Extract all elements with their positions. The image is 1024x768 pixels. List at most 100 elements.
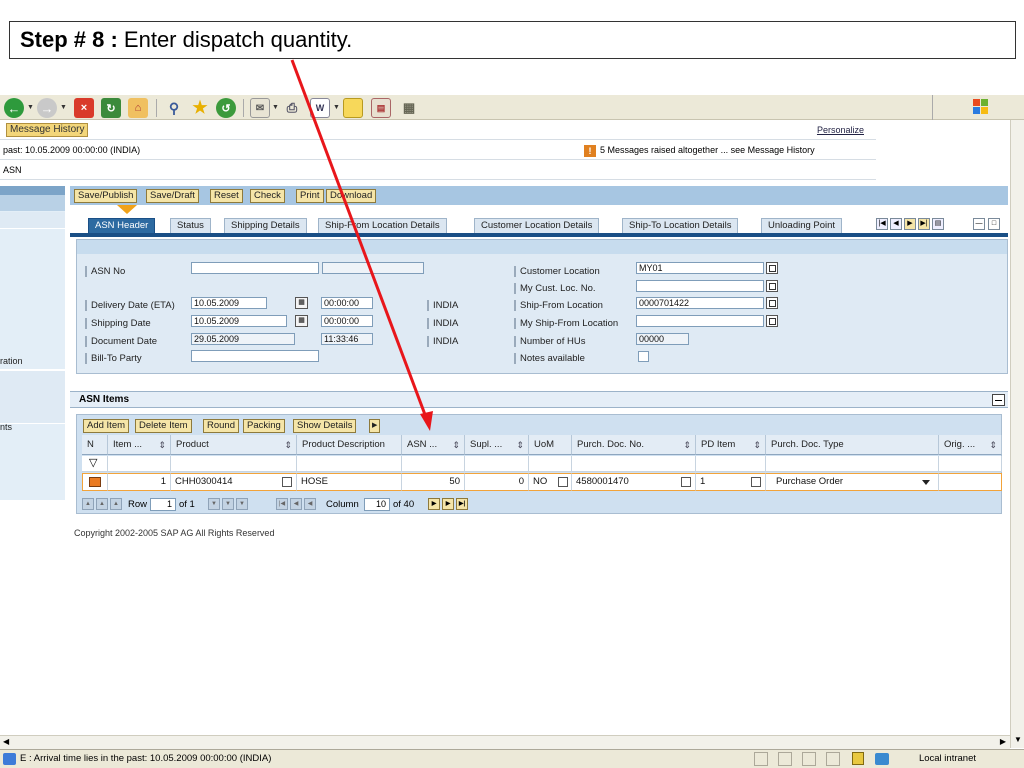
chevron-down-icon[interactable] bbox=[922, 480, 930, 485]
filter-cell[interactable] bbox=[171, 456, 297, 472]
my-cust-loc-field[interactable] bbox=[636, 280, 764, 292]
filter-cell[interactable] bbox=[465, 456, 529, 472]
filter-cell[interactable] bbox=[766, 456, 939, 472]
left-nav-item-selected[interactable] bbox=[0, 195, 65, 211]
messages-raised[interactable]: ! 5 Messages raised altogether ... see Me… bbox=[584, 144, 815, 157]
purch-doc-cell[interactable]: 4580001470 bbox=[572, 473, 696, 491]
asn-no-field[interactable] bbox=[191, 262, 319, 274]
maximize-icon[interactable]: □ bbox=[988, 218, 1000, 230]
tab-ship-from-location[interactable]: Ship-From Location Details bbox=[318, 218, 447, 234]
my-ship-from-field[interactable] bbox=[636, 315, 764, 327]
uom-cell[interactable]: NO bbox=[529, 473, 572, 491]
filter-cell[interactable] bbox=[402, 456, 465, 472]
check-button[interactable]: Check bbox=[250, 189, 285, 203]
more-actions-icon[interactable]: ▶ bbox=[369, 419, 381, 433]
column-header[interactable]: N bbox=[82, 435, 108, 455]
tab-status[interactable]: Status bbox=[170, 218, 211, 234]
scroll-left-icon[interactable]: ◀ bbox=[3, 737, 9, 746]
column-header[interactable]: PD Item ⇕ bbox=[696, 435, 766, 455]
value-help-icon[interactable] bbox=[681, 477, 691, 487]
value-help-icon[interactable] bbox=[766, 280, 778, 292]
product-cell[interactable]: CHH0300414 bbox=[171, 473, 297, 491]
filter-icon[interactable]: ▽ bbox=[82, 456, 108, 472]
back-dropdown-icon[interactable]: ▼ bbox=[27, 104, 34, 111]
value-help-icon[interactable] bbox=[766, 315, 778, 327]
left-nav-item-label[interactable]: ration bbox=[0, 356, 23, 366]
supplier-quantity-cell[interactable]: 0 bbox=[465, 473, 529, 491]
stop-icon[interactable]: × bbox=[74, 98, 94, 118]
tab-prev-icon[interactable]: ◀ bbox=[890, 218, 902, 230]
calendar-icon[interactable]: ▦ bbox=[295, 315, 308, 327]
sort-icon[interactable]: ⇕ bbox=[284, 435, 292, 454]
left-nav-item-label[interactable]: nts bbox=[0, 422, 12, 432]
left-nav-item[interactable] bbox=[0, 370, 65, 424]
home-icon[interactable]: ⌂ bbox=[128, 98, 148, 118]
forward-dropdown-icon[interactable]: ▼ bbox=[60, 104, 67, 111]
delete-item-button[interactable]: Delete Item bbox=[135, 419, 192, 433]
back-icon[interactable]: ← bbox=[4, 98, 24, 118]
last-row-icon[interactable]: ▼ bbox=[236, 498, 248, 510]
value-help-icon[interactable] bbox=[751, 477, 761, 487]
shipping-date-field[interactable]: 10.05.2009 bbox=[191, 315, 287, 327]
column-header[interactable]: Item ... ⇕ bbox=[108, 435, 171, 455]
row-input[interactable]: 1 bbox=[150, 498, 176, 511]
filter-cell[interactable] bbox=[939, 456, 1002, 472]
sort-icon[interactable]: ⇕ bbox=[158, 435, 166, 454]
prev-column-icon[interactable]: ◀ bbox=[304, 498, 316, 510]
tab-customer-location[interactable]: Customer Location Details bbox=[474, 218, 600, 234]
next-column-icon[interactable]: ▶ bbox=[428, 498, 440, 510]
pd-item-cell[interactable]: 1 bbox=[696, 473, 766, 491]
column-header[interactable]: UoM bbox=[529, 435, 572, 455]
mail-dropdown-icon[interactable]: ▼ bbox=[272, 104, 279, 111]
tab-next-icon[interactable]: ▶ bbox=[904, 218, 916, 230]
tab-last-icon[interactable]: ▶| bbox=[918, 218, 930, 230]
value-help-icon[interactable] bbox=[282, 477, 292, 487]
edit-icon[interactable]: W bbox=[310, 98, 330, 118]
refresh-icon[interactable]: ↻ bbox=[101, 98, 121, 118]
calendar-icon[interactable]: ▤ bbox=[371, 98, 391, 118]
sort-icon[interactable]: ⇕ bbox=[989, 435, 997, 454]
packing-button[interactable]: Packing bbox=[243, 419, 285, 433]
column-header[interactable]: Supl. ... ⇕ bbox=[465, 435, 529, 455]
edit-dropdown-icon[interactable]: ▼ bbox=[333, 104, 340, 111]
favorites-icon[interactable]: ★ bbox=[190, 98, 210, 118]
collapse-icon[interactable] bbox=[992, 394, 1005, 406]
shipping-time-field[interactable]: 00:00:00 bbox=[321, 315, 373, 327]
delivery-time-field[interactable]: 00:00:00 bbox=[321, 297, 373, 309]
save-publish-button[interactable]: Save/Publish bbox=[74, 189, 138, 203]
filter-cell[interactable] bbox=[297, 456, 402, 472]
round-button[interactable]: Round bbox=[203, 419, 239, 433]
value-help-icon[interactable] bbox=[766, 262, 778, 274]
value-help-icon[interactable] bbox=[766, 297, 778, 309]
message-history-button[interactable]: Message History bbox=[6, 123, 89, 137]
forward-icon[interactable]: → bbox=[37, 98, 57, 118]
sort-icon[interactable]: ⇕ bbox=[516, 435, 524, 454]
filter-cell[interactable] bbox=[529, 456, 572, 472]
save-draft-button[interactable]: Save/Draft bbox=[146, 189, 199, 203]
sort-icon[interactable]: ⇕ bbox=[753, 435, 761, 454]
row-selector[interactable] bbox=[82, 473, 108, 491]
next-column-page-icon[interactable]: ▶ bbox=[442, 498, 454, 510]
tab-list-icon[interactable]: ▤ bbox=[932, 218, 944, 230]
bill-to-party-field[interactable] bbox=[191, 350, 319, 362]
sort-icon[interactable]: ⇕ bbox=[452, 435, 460, 454]
left-nav-item[interactable] bbox=[0, 230, 65, 370]
first-column-icon[interactable]: |◀ bbox=[276, 498, 288, 510]
personalize-link[interactable]: Personalize bbox=[817, 125, 864, 135]
vertical-scrollbar[interactable]: ▼ bbox=[1010, 120, 1024, 748]
history-icon[interactable]: ↺ bbox=[216, 98, 236, 118]
filter-cell[interactable] bbox=[572, 456, 696, 472]
column-header[interactable]: Purch. Doc. No. ⇕ bbox=[572, 435, 696, 455]
value-help-icon[interactable] bbox=[558, 477, 568, 487]
customer-location-field[interactable]: MY01 bbox=[636, 262, 764, 274]
first-row-icon[interactable]: ▲ bbox=[82, 498, 94, 510]
column-header[interactable]: ASN ... ⇕ bbox=[402, 435, 465, 455]
orig-cell[interactable] bbox=[939, 473, 1002, 491]
show-details-button[interactable]: Show Details bbox=[293, 419, 357, 433]
ship-from-location-field[interactable]: 0000701422 bbox=[636, 297, 764, 309]
mail-icon[interactable]: ✉ bbox=[250, 98, 270, 118]
notes-available-checkbox[interactable] bbox=[638, 351, 649, 362]
download-button[interactable]: Download bbox=[326, 189, 377, 203]
filter-cell[interactable] bbox=[696, 456, 766, 472]
column-header[interactable]: Product ⇕ bbox=[171, 435, 297, 455]
